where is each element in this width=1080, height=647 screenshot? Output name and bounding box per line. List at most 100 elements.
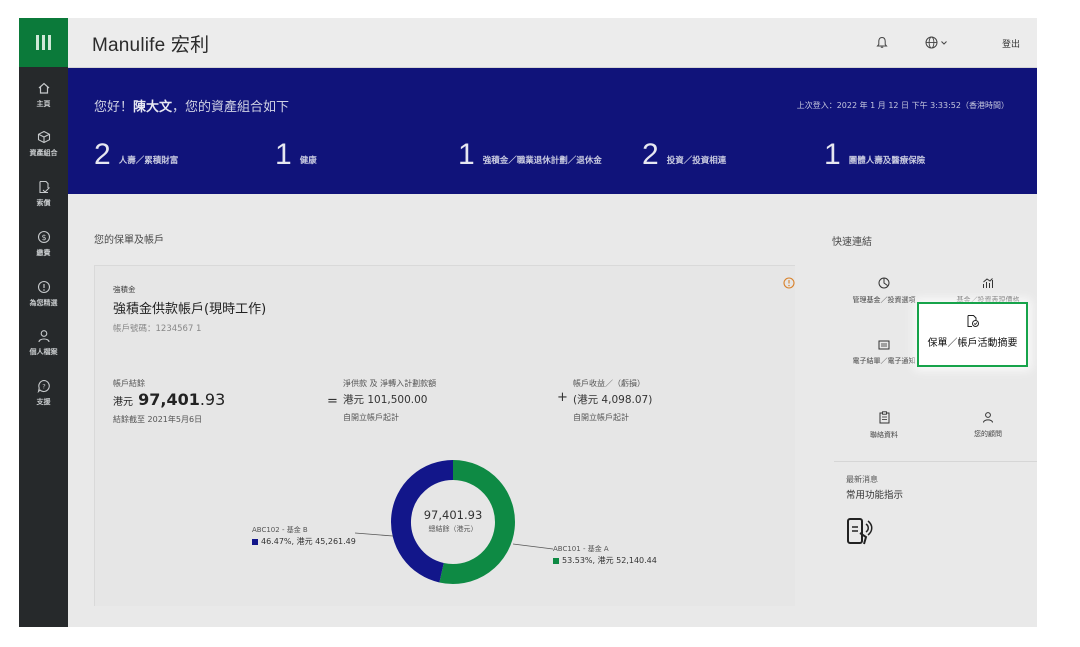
sidebar-item-portfolio[interactable]: 資產組合 [19,130,68,158]
phone-guide-icon[interactable] [846,517,874,547]
donut-center-label: 總結餘（港元） [428,525,478,533]
quick-link-fund-performance[interactable]: 基金／投資表現價格 [938,277,1037,305]
brand-title[interactable]: Manulife 宏利 [92,30,209,57]
quick-link-label: 聯絡資料 [870,431,898,439]
account-type: 強積金 [113,285,136,294]
quick-link-contact-info[interactable]: 聯絡資料 [834,411,934,440]
statement-icon [878,340,890,350]
quick-link-manage-funds[interactable]: 管理基金／投資選項 [834,277,934,305]
fund-b-name: ABC102 - 基金 B [252,526,308,534]
sidebar-item-home[interactable]: 主頁 [19,81,68,109]
net-contribution-value: 港元 101,500.00 [343,394,428,406]
sidebar-item-label: 主頁 [36,100,51,108]
stat-count: 1 [275,138,292,171]
greeting-prefix: 您好！ [94,100,134,115]
quick-link-label: 您的顧問 [974,430,1002,438]
sidebar-item-featured[interactable]: 為您精選 [19,280,68,308]
balance-value: 97,401 [138,390,200,409]
globe-icon [925,36,938,49]
section-title: 您的保單及帳戶 [94,235,164,246]
greeting: 您好！陳大文，您的資產組合如下 [94,96,289,115]
sidebar-item-claims[interactable]: 索償 [19,180,68,208]
stat-group-insurance[interactable]: 1 團體人壽及醫療保險 [824,140,925,170]
claim-icon [38,180,50,194]
fund-a-value: 53.53%, 港元 52,140.44 [562,556,657,565]
sidebar-item-label: 支援 [36,398,51,406]
stat-count: 2 [642,138,659,171]
sidebar-item-label: 資產組合 [29,149,58,157]
home-icon [38,82,49,94]
quick-link-activity-summary[interactable]: 保單／帳戶活動摘要 [917,302,1028,367]
growth-icon [983,278,993,288]
equals-sign: = [327,394,338,409]
advisor-icon [983,412,993,423]
balance-label: 帳戶結餘 [113,379,145,388]
quick-link-label: 保單／帳戶活動摘要 [927,338,1018,349]
person-icon [37,330,50,343]
balance-amount: 港元 97,401.93 [113,390,225,409]
stat-investment[interactable]: 2 投資／投資相連 [642,140,726,170]
stat-label: 投資／投資相連 [666,156,727,166]
stat-health[interactable]: 1 健康 [275,140,317,170]
sidebar-item-label: 繳費 [36,249,51,257]
quick-links-title: 快速連結 [832,237,872,248]
box-icon [37,130,50,144]
sidebar-item-label: 為您精選 [29,299,58,307]
account-number: 帳戶號碼：1234567 1 [113,324,202,334]
support-icon: ? [37,379,50,393]
fund-a-legend: 53.53%, 港元 52,140.44 [553,555,657,566]
fund-a-swatch [553,557,559,564]
fund-b-leader-line [355,532,394,537]
fund-b-swatch [252,538,258,545]
stat-label: 團體人壽及醫療保險 [848,156,926,166]
fund-b-value: 46.47%, 港元 45,261.49 [261,537,356,546]
info-icon [37,280,50,294]
chevron-down-icon [941,40,947,45]
account-name[interactable]: 強積金供款帳戶(現時工作) [113,298,266,317]
logout-button[interactable]: 登出 [1002,37,1020,50]
news-panel: 最新消息 常用功能指示 [834,461,1037,562]
user-name: 陳大文 [133,100,173,115]
sidebar-item-support[interactable]: ? 支援 [19,379,68,407]
fund-a-name: ABC101 - 基金 A [553,545,609,553]
stat-count: 1 [458,138,475,171]
payment-icon: $ [37,230,50,244]
stat-label: 人壽／累積財富 [118,156,179,166]
clipboard-icon [879,411,889,424]
last-login: 上次登入：2022 年 1 月 12 日 下午 3:33:52（香港時間） [796,101,1009,110]
stat-mpf[interactable]: 1 強積金／職業退休計劃／退休金 [458,140,602,170]
stat-life[interactable]: 2 人壽／累積財富 [94,140,178,170]
news-heading: 最新消息 [846,475,878,484]
stat-count: 1 [824,138,841,171]
sidebar-item-profile[interactable]: 個人檔案 [19,329,68,357]
sidebar: 主頁 資產組合 索償 $ 繳費 為您精選 個人檔案 ? 支援 [19,18,68,627]
account-card[interactable]: 強積金 強積金供款帳戶(現時工作) 帳戶號碼：1234567 1 帳戶結餘 港元… [94,265,795,606]
sidebar-item-payment[interactable]: $ 繳費 [19,230,68,258]
donut-center-value: 97,401.93 [423,508,483,522]
greeting-suffix: ，您的資產組合如下 [172,100,290,115]
sidebar-item-label: 個人檔案 [29,348,58,356]
balance-currency: 港元 [113,397,133,408]
balance-decimals: .93 [199,390,226,409]
bell-icon[interactable] [876,36,888,49]
gain-value: (港元 4,098.07) [573,394,653,406]
allocation-donut-chart [391,460,515,584]
plus-sign: + [557,390,568,405]
pie-clock-icon [878,277,890,289]
fund-a-leader-line [513,543,554,550]
balance-date: 結餘截至 2021年5月6日 [113,415,203,424]
stat-count: 2 [94,138,111,171]
manulife-logo[interactable] [19,18,68,67]
news-subheading[interactable]: 常用功能指示 [846,487,903,501]
stat-label: 健康 [299,156,317,166]
donut-hole [411,480,495,564]
portfolio-banner: 您好！陳大文，您的資產組合如下 上次登入：2022 年 1 月 12 日 下午 … [68,68,1037,194]
quick-link-advisor[interactable]: 您的顧問 [938,411,1037,439]
top-bar: Manulife 宏利 登出 [68,18,1037,68]
language-selector[interactable] [925,36,948,49]
net-contribution-sub: 自開立帳戶起計 [343,413,399,422]
net-contribution-label: 淨供款 及 淨轉入計劃款額 [343,379,437,388]
gain-label: 帳戶收益／（虧損） [573,379,645,388]
stat-label: 強積金／職業退休計劃／退休金 [482,156,602,166]
alert-icon[interactable] [783,277,795,289]
